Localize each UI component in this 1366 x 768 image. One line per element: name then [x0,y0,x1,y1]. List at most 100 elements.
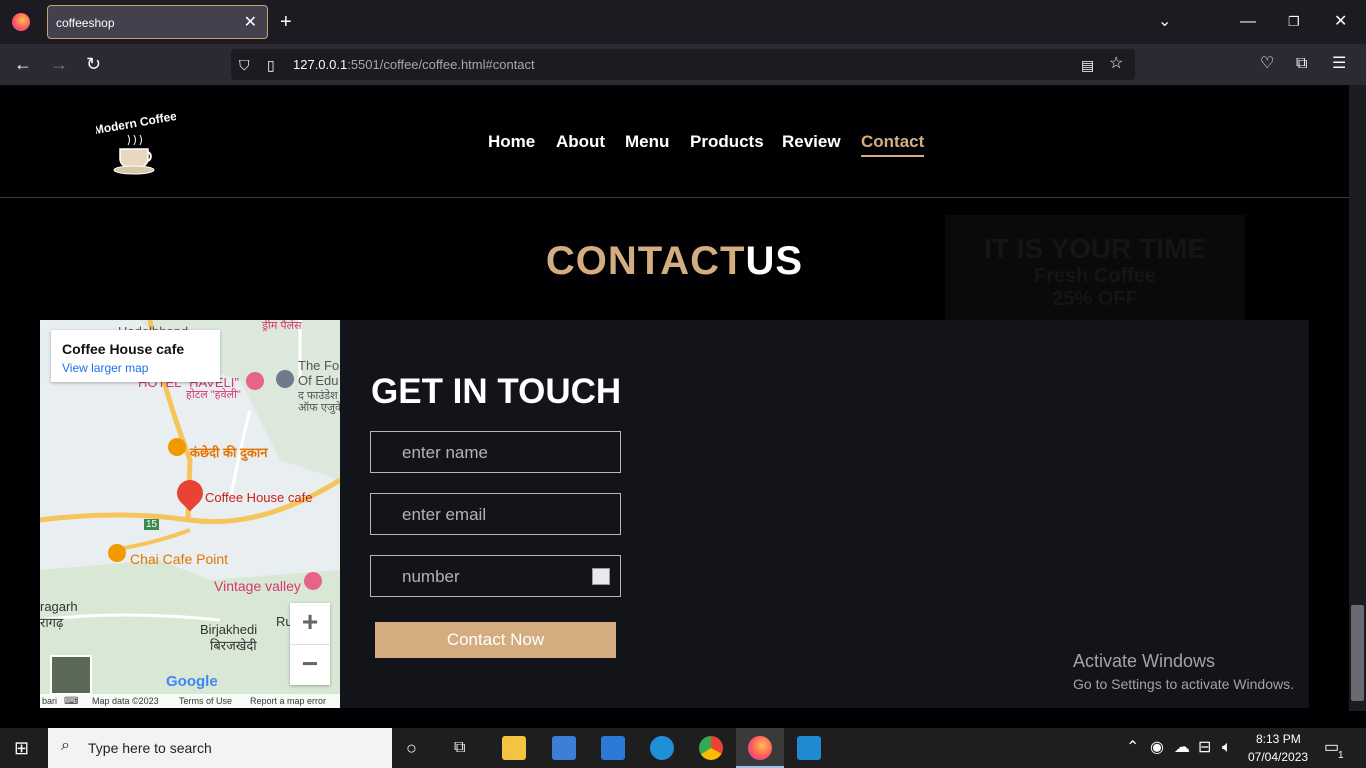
tab-coffeeshop[interactable]: coffeeshop ✕ [47,5,268,39]
tray-network-icon[interactable]: ⊟ [1198,738,1211,758]
google-logo: Google [166,673,218,690]
taskbar-search[interactable]: ⌕ Type here to search [48,728,392,768]
mail-icon[interactable] [601,736,625,760]
form-title: GET IN TOUCH [371,372,622,411]
tray-record-icon[interactable]: ◉ [1150,738,1164,758]
heading-part2: US [745,239,804,283]
site-logo[interactable]: Modern Coffee [93,107,178,177]
task-view-icon[interactable]: ⧉ [454,738,465,758]
pocket-icon[interactable]: ♡ [1260,54,1274,74]
windows-start-icon[interactable]: ⊞ [14,738,29,758]
map-label: ऑफ एजुके [298,402,340,414]
nav-review[interactable]: Review [782,132,841,152]
menu-icon[interactable]: ☰ [1332,54,1346,74]
close-window-icon[interactable]: ✕ [1334,12,1347,32]
minimize-icon[interactable]: — [1240,12,1256,32]
extensions-icon[interactable]: ⧉ [1296,54,1307,74]
satellite-toggle[interactable] [50,655,92,695]
cortana-icon[interactable]: ○ [406,738,417,758]
activate-title: Activate Windows [1073,651,1216,671]
map-label: ragarh [40,599,78,614]
map-info-card: Coffee House cafe View larger map [51,330,220,382]
zoom-control: + − [290,603,330,685]
bookmark-star-icon[interactable]: ☆ [1109,54,1123,74]
terms-link[interactable]: Terms of Use [179,696,232,706]
store-icon[interactable] [552,736,576,760]
clock-time[interactable]: 8:13 PM [1256,732,1301,746]
zoom-in-button[interactable]: + [290,603,330,644]
cafe-pin-icon [168,438,186,456]
search-placeholder: Type here to search [88,740,212,756]
nav-about[interactable]: About [556,132,605,152]
map-label: Vintage valley [214,578,301,594]
map-data-text: Map data ©2023 [92,696,159,706]
new-tab-icon[interactable]: + [280,12,292,32]
tray-overflow-icon[interactable]: ⌃ [1126,738,1139,758]
activate-subtitle: Go to Settings to activate Windows. [1073,676,1294,692]
road-shield: 15 [144,519,160,530]
nav-home[interactable]: Home [488,132,535,152]
email-placeholder: enter email [402,505,487,524]
firefox-taskbar-item[interactable] [736,728,784,768]
contact-box: Hadolbhand ड्रीम पैलेस HOTEL "HAVELI" हो… [40,320,1309,708]
email-field[interactable]: enter email [370,493,621,535]
nav-menu[interactable]: Menu [625,132,669,152]
map-label: ड्रीम पैलेस [262,320,302,332]
number-spinner[interactable] [592,568,610,585]
number-placeholder: number [402,567,460,586]
forward-icon[interactable]: → [50,54,68,74]
vscode-icon[interactable] [797,736,821,760]
map-label: बिरजखेदी [210,638,257,653]
nav-contact[interactable]: Contact [861,132,925,157]
tray-volume-icon[interactable]: 🔈︎ [1222,738,1232,758]
address-bar[interactable]: ⛉ ▯ 127.0.0.1:5501/coffee/coffee.html#co… [231,49,1135,80]
firefox-icon [748,736,772,760]
map-label: bari [42,696,58,706]
number-field[interactable]: number [370,555,621,597]
chrome-icon[interactable] [699,736,723,760]
name-placeholder: enter name [402,443,488,462]
name-field[interactable]: enter name [370,431,621,473]
map-footer: bari ⌨ Map data ©2023 Terms of Use Repor… [40,694,340,708]
map-label: Coffee House cafe [205,490,313,505]
notification-count: 1 [1338,750,1344,761]
tray-cloud-icon[interactable]: ☁ [1174,738,1190,758]
notification-icon[interactable]: ▭ [1324,738,1339,758]
firefox-logo-icon [12,13,30,31]
restore-icon[interactable]: ❐ [1288,12,1300,32]
clock-date[interactable]: 07/04/2023 [1248,750,1308,764]
logo-text: Modern Coffee [96,109,176,137]
contact-now-button[interactable]: Contact Now [375,622,616,658]
reader-view-icon[interactable]: ▤ [1081,55,1094,75]
url-path: :5501/coffee/coffee.html#contact [347,57,535,72]
report-error-link[interactable]: Report a map error [250,696,326,706]
map-label: Birjakhedi [200,622,258,637]
nav-products[interactable]: Products [690,132,764,152]
google-map[interactable]: Hadolbhand ड्रीम पैलेस HOTEL "HAVELI" हो… [40,320,340,708]
school-pin-icon [276,370,294,388]
map-label: रागढ़ [40,615,64,630]
site-header: Modern Coffee Home About Menu Products R… [0,85,1349,198]
reload-icon[interactable]: ↻ [86,54,101,74]
map-label: कंछेदी की दुकान [190,445,268,460]
url-text[interactable]: 127.0.0.1:5501/coffee/coffee.html#contac… [293,57,535,72]
search-icon: ⌕ [61,737,70,754]
page-content: Modern Coffee Home About Menu Products R… [0,85,1349,711]
map-card-title: Coffee House cafe [62,341,185,357]
zoom-out-button[interactable]: − [290,644,330,685]
cafe-pin-icon [108,544,126,562]
page-icon[interactable]: ▯ [267,55,275,75]
keyboard-icon[interactable]: ⌨ [64,696,78,707]
activate-windows-watermark: Activate Windows Go to Settings to activ… [1073,651,1294,692]
close-tab-icon[interactable]: ✕ [244,12,257,32]
promo-line3: 25% OFF [1052,288,1138,310]
scrollbar-thumb[interactable] [1351,605,1364,701]
map-label: Chai Cafe Point [130,551,229,567]
back-icon[interactable]: ← [14,54,32,74]
view-larger-map-link[interactable]: View larger map [62,361,148,375]
shield-icon[interactable]: ⛉ [239,55,250,75]
edge-icon[interactable] [650,736,674,760]
file-explorer-icon[interactable] [502,736,526,760]
hotel-pin-icon [304,572,322,590]
list-all-tabs-icon[interactable]: ⌄ [1158,12,1171,32]
